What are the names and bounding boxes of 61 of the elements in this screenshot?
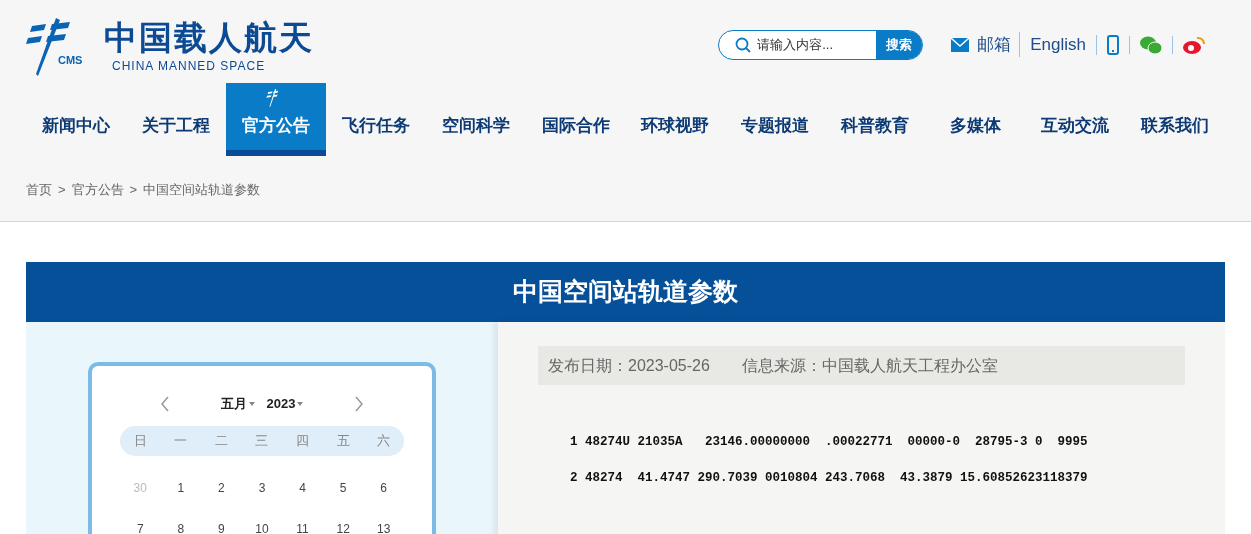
weekday-label: 六 [376, 431, 392, 450]
calendar-day[interactable]: 10 [241, 519, 283, 534]
search-field[interactable]: 请输入内容... 搜索 [718, 29, 924, 60]
nav-tab[interactable]: 多媒体 [925, 83, 1026, 156]
year-dropdown[interactable]: 2023 [266, 394, 304, 414]
nav-tab[interactable]: 互动交流 [1025, 83, 1126, 156]
calendar-day[interactable]: 5 [322, 478, 364, 497]
weekday-label: 四 [295, 431, 311, 450]
breadcrumb-link[interactable]: 官方公告 [71, 180, 124, 200]
orbit-data-line: 2 48274 41.4747 290.7039 0010804 243.7068 43.3879 15.60852623118379 [570, 469, 1089, 487]
calendar-day[interactable]: 1 [160, 478, 202, 497]
calendar-day[interactable]: 7 [120, 519, 161, 534]
chevron-left-icon[interactable] [160, 395, 170, 412]
calendar-day[interactable]: 4 [282, 478, 323, 497]
nav-tab[interactable]: 官方公告 [225, 83, 326, 156]
calendar-day[interactable]: 13 [363, 519, 404, 534]
mailbox-link[interactable]: 邮箱 [943, 31, 1020, 58]
nav-tab[interactable]: 空间科学 [425, 83, 526, 156]
weekday-label: 三 [254, 431, 270, 450]
chevron-right-icon[interactable] [354, 395, 364, 412]
mobile-phone-icon[interactable] [1107, 34, 1119, 55]
nav-tab[interactable]: 国际合作 [525, 83, 626, 156]
nav-tab[interactable]: 专题报道 [725, 83, 826, 156]
calendar-day[interactable]: 9 [201, 519, 242, 534]
mailbox-label: 邮箱 [977, 33, 1012, 56]
breadcrumb-separator: > [129, 181, 138, 199]
breadcrumb-separator: > [58, 181, 66, 199]
chat-bubbles-icon[interactable] [1140, 35, 1162, 54]
weekday-label: 日 [132, 431, 148, 450]
orbit-data-line: 1 48274U 21035A 23146.00000000 .00022771 00000-0 28795-3 0 9995 [570, 434, 1089, 451]
nav-tab[interactable]: 新闻中心 [26, 83, 126, 156]
nav-tab[interactable]: 联系我们 [1125, 83, 1226, 156]
nav-tab[interactable]: 飞行任务 [325, 83, 426, 156]
calendar-day[interactable]: 6 [363, 478, 404, 497]
calendar-day[interactable]: 2 [201, 478, 242, 497]
caret-icon [248, 401, 255, 406]
nav-tab[interactable]: 关于工程 [125, 83, 226, 156]
search-button[interactable]: 搜索 [876, 30, 923, 59]
site-subtitle: CHINA MANNED SPACE [111, 58, 267, 75]
weekday-label: 五 [335, 431, 351, 450]
envelope-icon [951, 37, 970, 52]
breadcrumb-link[interactable]: 首页 [26, 180, 52, 200]
search-icon [735, 36, 752, 53]
nav-tab[interactable]: 科普教育 [825, 83, 926, 156]
logo-mark: CMS [58, 53, 83, 68]
weekday-label: 二 [213, 431, 229, 450]
calendar-day[interactable]: 11 [282, 519, 323, 534]
language-link[interactable]: English [1019, 31, 1096, 58]
breadcrumb-link[interactable]: 中国空间站轨道参数 [143, 180, 261, 200]
nav-tab[interactable]: 环球视野 [625, 83, 726, 156]
site-title: 中国载人航天 [104, 19, 314, 57]
weibo-eye-icon[interactable] [1183, 35, 1205, 54]
calendar-day[interactable]: 8 [160, 519, 202, 534]
article-title: 中国空间站轨道参数 [513, 276, 738, 308]
calendar-day[interactable]: 12 [322, 519, 364, 534]
weekday-label: 一 [173, 431, 189, 450]
info-source: 信息来源：中国载人航天工程办公室 [741, 355, 998, 376]
month-dropdown[interactable]: 五月 [220, 394, 255, 414]
publish-date: 发布日期：2023-05-26 [548, 355, 710, 376]
calendar-day[interactable]: 3 [241, 478, 283, 497]
caret-icon [297, 401, 304, 406]
